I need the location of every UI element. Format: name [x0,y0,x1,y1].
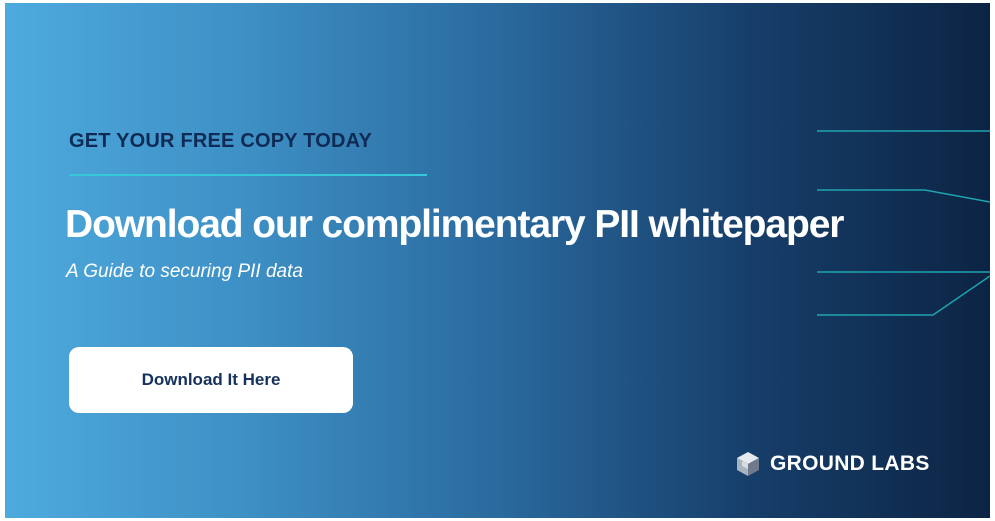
brand-name: GROUND LABS [770,452,930,475]
ground-labs-logo-icon [737,452,759,476]
eyebrow-divider [69,174,427,176]
circuit-line-2 [817,189,990,203]
circuit-line-4 [817,275,990,316]
download-button-label: Download It Here [141,370,281,389]
whitepaper-banner: GET YOUR FREE COPY TODAY Download our co… [5,3,990,518]
subheadline: A Guide to securing PII data [66,261,303,282]
eyebrow-text: GET YOUR FREE COPY TODAY [69,130,373,152]
brand-lockup: GROUND LABS [736,451,930,477]
download-button[interactable]: Download It Here [69,347,353,413]
headline: Download our complimentary PII whitepape… [65,203,844,246]
circuit-lines-decoration [817,130,990,316]
